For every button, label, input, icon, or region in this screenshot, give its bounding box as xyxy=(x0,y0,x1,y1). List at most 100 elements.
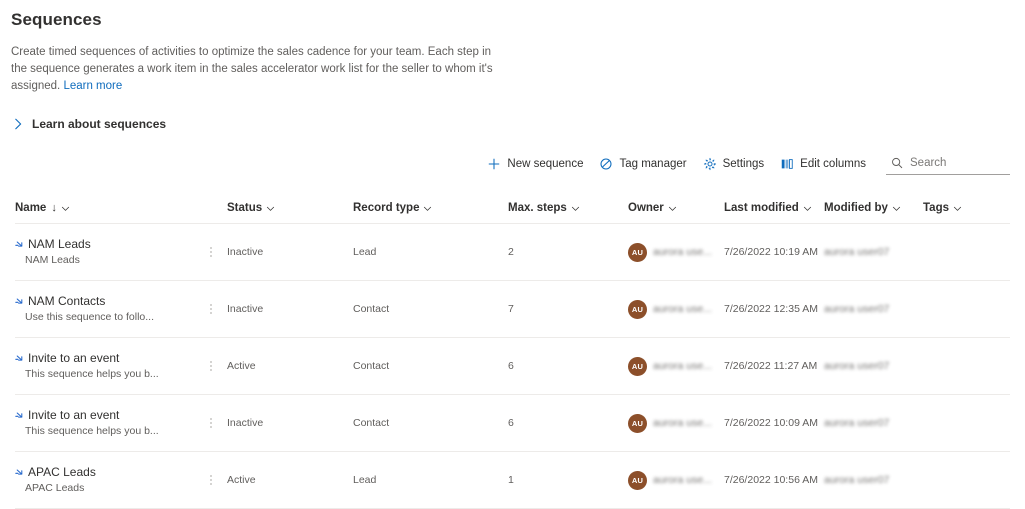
page-title: Sequences xyxy=(11,10,102,29)
chevron-right-icon xyxy=(15,118,22,130)
sequence-description: APAC Leads xyxy=(25,482,85,494)
table-row[interactable]: Invite to an event This sequence helps y… xyxy=(15,338,1010,395)
cell-modified-by: aurora user07 xyxy=(824,417,923,429)
edit-columns-label: Edit columns xyxy=(800,158,866,170)
new-sequence-button[interactable]: New sequence xyxy=(479,153,591,175)
cell-status: Inactive xyxy=(227,417,353,429)
learn-about-sequences-expander[interactable]: Learn about sequences xyxy=(11,117,166,131)
cell-name: APAC Leads APAC Leads xyxy=(15,466,205,494)
sequence-description: This sequence helps you b... xyxy=(25,425,159,437)
sequence-icon xyxy=(15,298,23,304)
cell-record-type: Contact xyxy=(353,417,508,429)
status-badge: Active xyxy=(227,474,256,486)
cell-last-modified: 7/26/2022 12:35 AM xyxy=(724,303,824,315)
sequence-name-link[interactable]: NAM Contacts xyxy=(28,295,105,308)
max-steps-value: 2 xyxy=(508,246,514,258)
avatar: AU xyxy=(628,413,647,433)
modified-by-value: aurora user07 xyxy=(824,360,890,372)
cell-status: Active xyxy=(227,360,353,372)
cell-modified-by: aurora user07 xyxy=(824,246,923,258)
cell-modified-by: aurora user07 xyxy=(824,303,923,315)
chevron-down-icon xyxy=(668,206,676,211)
status-badge: Inactive xyxy=(227,417,264,429)
avatar: AU xyxy=(628,356,647,376)
more-vertical-icon[interactable] xyxy=(205,358,217,374)
cell-last-modified: 7/26/2022 10:19 AM xyxy=(724,246,824,258)
modified-by-value: aurora user07 xyxy=(824,474,890,486)
last-modified-value: 7/26/2022 12:35 AM xyxy=(724,303,818,315)
chevron-down-icon xyxy=(267,206,275,211)
cell-record-type: Lead xyxy=(353,246,508,258)
sequence-description: NAM Leads xyxy=(25,254,80,266)
sequence-name-link[interactable]: NAM Leads xyxy=(28,238,91,251)
column-header-owner[interactable]: Owner xyxy=(628,202,724,214)
column-header-status-label: Status xyxy=(227,202,263,214)
cell-name: NAM Contacts Use this sequence to follo.… xyxy=(15,295,205,323)
sort-ascending-icon: ↓ xyxy=(51,202,57,214)
cell-owner: AU aurora use... xyxy=(628,413,724,433)
column-header-tags-label: Tags xyxy=(923,202,949,214)
column-header-name[interactable]: Name ↓ xyxy=(15,202,205,214)
column-header-last-modified[interactable]: Last modified xyxy=(724,202,824,214)
page-header: Sequences Create timed sequences of acti… xyxy=(0,0,1025,95)
chevron-down-icon xyxy=(424,206,432,211)
command-bar: New sequence Tag manager Settings Edit c… xyxy=(0,153,1025,175)
max-steps-value: 7 xyxy=(508,303,514,315)
column-header-record-type[interactable]: Record type xyxy=(353,202,508,214)
chevron-down-icon xyxy=(953,206,962,211)
cell-record-type: Lead xyxy=(353,474,508,486)
more-vertical-icon[interactable] xyxy=(205,472,217,488)
cell-status: Inactive xyxy=(227,246,353,258)
cell-max-steps: 1 xyxy=(508,474,628,486)
cell-owner: AU aurora use... xyxy=(628,356,724,376)
cell-owner: AU aurora use... xyxy=(628,242,724,262)
column-header-modified-by[interactable]: Modified by xyxy=(824,202,923,214)
record-type-value: Contact xyxy=(353,303,390,315)
more-vertical-icon[interactable] xyxy=(205,244,217,260)
chevron-down-icon xyxy=(803,206,811,211)
sequence-icon xyxy=(15,241,23,247)
owner-name: aurora use... xyxy=(653,417,712,429)
edit-columns-button[interactable]: Edit columns xyxy=(772,153,874,175)
more-vertical-icon[interactable] xyxy=(205,301,217,317)
last-modified-value: 7/26/2022 10:09 AM xyxy=(724,417,818,429)
sequence-name-link[interactable]: APAC Leads xyxy=(28,466,96,479)
sequence-name-link[interactable]: Invite to an event xyxy=(28,352,119,365)
table-row[interactable]: NAM Contacts Use this sequence to follo.… xyxy=(15,281,1010,338)
sequence-name-link[interactable]: Invite to an event xyxy=(28,409,119,422)
table-row[interactable]: Invite to an event This sequence helps y… xyxy=(15,395,1010,452)
cell-row-menu xyxy=(205,301,227,317)
learn-more-link[interactable]: Learn more xyxy=(63,80,122,92)
column-header-status[interactable]: Status xyxy=(227,202,353,214)
search-input[interactable] xyxy=(910,157,1008,169)
last-modified-value: 7/26/2022 11:27 AM xyxy=(724,360,818,372)
column-header-max-steps[interactable]: Max. steps xyxy=(508,202,628,214)
cell-row-menu xyxy=(205,358,227,374)
settings-button[interactable]: Settings xyxy=(695,153,773,175)
tag-manager-button[interactable]: Tag manager xyxy=(591,153,694,175)
cell-record-type: Contact xyxy=(353,360,508,372)
record-type-value: Lead xyxy=(353,474,377,486)
chevron-down-icon xyxy=(571,206,579,211)
cell-row-menu xyxy=(205,415,227,431)
table-row[interactable]: APAC Leads APAC Leads Active Lead 1 AU a… xyxy=(15,452,1010,509)
cell-last-modified: 7/26/2022 10:09 AM xyxy=(724,417,824,429)
max-steps-value: 6 xyxy=(508,360,514,372)
record-type-value: Contact xyxy=(353,417,390,429)
column-header-record-type-label: Record type xyxy=(353,202,420,214)
more-vertical-icon[interactable] xyxy=(205,415,217,431)
grid-body: NAM Leads NAM Leads Inactive Lead 2 AU a… xyxy=(15,224,1010,509)
search-box[interactable] xyxy=(886,153,1010,175)
max-steps-value: 1 xyxy=(508,474,514,486)
plus-icon xyxy=(489,158,500,170)
modified-by-value: aurora user07 xyxy=(824,417,890,429)
table-row[interactable]: NAM Leads NAM Leads Inactive Lead 2 AU a… xyxy=(15,224,1010,281)
sequence-icon xyxy=(15,355,23,361)
status-badge: Inactive xyxy=(227,246,264,258)
column-header-tags[interactable]: Tags xyxy=(923,202,993,214)
owner-name: aurora use... xyxy=(653,303,712,315)
column-header-owner-label: Owner xyxy=(628,202,664,214)
grid-header-row: Name ↓ Status Record type Max. steps Own… xyxy=(15,193,1010,224)
gear-icon xyxy=(703,157,716,171)
sequence-icon xyxy=(15,412,23,418)
